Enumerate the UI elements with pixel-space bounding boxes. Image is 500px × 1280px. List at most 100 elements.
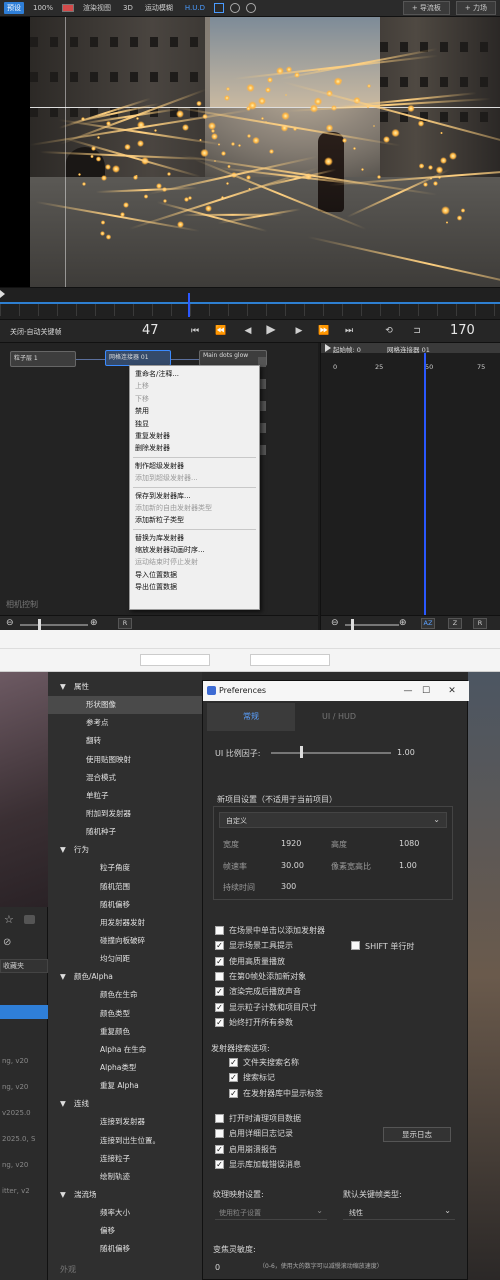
library-item[interactable]: itter, v2 — [2, 1187, 30, 1195]
tree-item[interactable]: 连接到发射器 — [48, 1113, 202, 1131]
tree-item[interactable]: 翻转 — [48, 732, 202, 750]
z-button[interactable]: Z — [448, 618, 462, 629]
play-range-marker[interactable] — [0, 290, 5, 298]
library-item[interactable]: ng, v20 — [2, 1161, 28, 1169]
camera-icon[interactable] — [24, 915, 35, 924]
particle-layer-node[interactable]: 粒子层 1 — [10, 351, 76, 367]
tree-group[interactable]: ▼ 行为 — [48, 841, 202, 859]
az-button[interactable]: AZ — [421, 618, 435, 629]
height-field[interactable]: 1080 — [399, 839, 419, 848]
checkbox-checked[interactable]: ✓ — [215, 941, 224, 951]
checkbox-option[interactable]: ✓ 文件夹搜索名称 — [229, 1057, 469, 1072]
caret-down-icon[interactable]: ▼ — [60, 1095, 70, 1113]
tree-item[interactable]: 随机偏移 — [48, 1240, 202, 1258]
tree-item[interactable]: 碰撞向板破碎 — [48, 932, 202, 950]
caret-down-icon[interactable]: ▼ — [60, 968, 70, 986]
checkbox-unchecked[interactable] — [215, 971, 224, 981]
tree-group[interactable]: ▼ 连线 — [48, 1095, 202, 1113]
next-keyframe-icon[interactable]: ⏩ — [318, 326, 329, 336]
checkbox-checked[interactable]: ✓ — [215, 956, 224, 966]
context-menu-item[interactable]: 制作超级发射器 — [130, 460, 259, 472]
checkbox-checked[interactable]: ✓ — [229, 1088, 238, 1098]
go-end-icon[interactable]: ⏭ — [344, 326, 354, 336]
tab-general[interactable]: 常规 — [207, 703, 295, 731]
step-back-icon[interactable]: ◀ — [243, 326, 253, 336]
prev-keyframe-icon[interactable]: ⏪ — [215, 326, 226, 336]
timeline-strip[interactable] — [0, 287, 500, 319]
checkbox-option[interactable]: ✓ 显示库加载错误消息 — [215, 1159, 455, 1174]
checkbox-unchecked[interactable] — [215, 1129, 224, 1139]
tree-item[interactable]: 使用贴图映射 — [48, 751, 202, 769]
playhead[interactable] — [188, 293, 190, 317]
selected-library-row[interactable] — [0, 1005, 48, 1019]
zoom-level[interactable]: 100% — [30, 3, 56, 13]
rotate-tool-icon[interactable] — [229, 3, 240, 13]
checkbox-option[interactable]: 打开时清理项目数据 — [215, 1113, 455, 1128]
timeline-playhead[interactable] — [424, 353, 426, 615]
tree-group[interactable]: ▼ 颜色/Alpha — [48, 968, 202, 986]
checkbox-option[interactable]: ✓ 显示粒子计数和项目尺寸 — [215, 1002, 455, 1017]
zoom-in-icon[interactable]: ⊕ — [399, 618, 407, 628]
tree-item[interactable]: 颜色在生命 — [48, 986, 202, 1004]
context-menu-item[interactable]: 删除发射器 — [130, 442, 259, 454]
tree-item[interactable]: 偏移 — [48, 1222, 202, 1240]
context-menu-item[interactable]: 缩放发射器动画时序... — [130, 544, 259, 556]
tree-group[interactable]: ▼ 湍流场 — [48, 1186, 202, 1204]
move-tool-icon[interactable] — [213, 3, 224, 13]
caret-down-icon[interactable]: ▼ — [60, 841, 70, 859]
close-icon[interactable]: ✕ — [443, 681, 461, 701]
checkbox-option[interactable]: ✓ 启用崩溃报告 — [215, 1144, 455, 1159]
library-item[interactable]: 2025.0, S — [2, 1135, 35, 1143]
layer-timeline[interactable]: 起始帧: 0 网格连接器 01 0 25 50 75 ⊖ ⊕ AZ Z R — [320, 343, 500, 631]
3d-toggle[interactable]: 3D — [120, 3, 136, 13]
shift-checkbox[interactable] — [351, 941, 360, 950]
checkbox-checked[interactable]: ✓ — [229, 1058, 238, 1067]
tree-item[interactable]: 混合模式 — [48, 769, 202, 787]
loop-icon[interactable]: ⟲ — [384, 326, 394, 336]
width-field[interactable]: 1920 — [281, 839, 301, 848]
tab-ui-hud[interactable]: UI / HUD — [295, 703, 383, 731]
context-menu-item[interactable]: 重复发射器 — [130, 430, 259, 442]
current-frame[interactable]: 47 — [142, 323, 159, 338]
hud-toggle[interactable]: H.U.D — [182, 3, 208, 13]
fps-field[interactable]: 30.00 — [281, 861, 304, 870]
texture-mapping-dropdown[interactable]: 使用粒子设置 ⌄ — [215, 1205, 327, 1220]
tree-item[interactable]: 粒子角度 — [48, 859, 202, 877]
add-force-button[interactable]: + 力场 — [455, 1, 496, 15]
checkbox-option[interactable]: ✓ 搜索标记 — [229, 1072, 469, 1087]
tree-item[interactable]: 均匀间距 — [48, 950, 202, 968]
range-icon[interactable]: ⊐ — [412, 326, 422, 336]
zoom-sensitivity-field[interactable]: 0 — [215, 1263, 220, 1272]
reset-zoom-button[interactable]: R — [118, 618, 132, 629]
grid-connector-node[interactable]: 网格连接器 01 — [105, 350, 171, 366]
context-menu-item[interactable]: 添加新粒子类型 — [130, 514, 259, 526]
star-icon[interactable]: ☆ — [4, 913, 14, 926]
tree-item[interactable]: 附加到发射器 — [48, 805, 202, 823]
autokey-label[interactable]: 关闭-自动关键帧 — [10, 327, 62, 337]
duration-field[interactable]: 300 — [281, 882, 296, 891]
context-menu-item[interactable]: 重命名/注释... — [130, 368, 259, 380]
globe-icon[interactable] — [245, 3, 256, 13]
tree-item[interactable]: 连接到出生位置。 — [48, 1132, 202, 1150]
step-forward-icon[interactable]: ▶ — [294, 326, 304, 336]
start-marker-icon[interactable] — [325, 344, 331, 352]
zoom-out-icon[interactable]: ⊖ — [6, 618, 14, 628]
context-menu-item[interactable]: 导入位置数据 — [130, 569, 259, 581]
library-item[interactable]: ng, v20 — [2, 1083, 28, 1091]
checkbox-checked[interactable]: ✓ — [215, 1144, 224, 1154]
preset-dropdown[interactable]: 自定义 ⌄ — [219, 812, 447, 828]
tree-item[interactable]: Alpha类型 — [48, 1059, 202, 1077]
r-button[interactable]: R — [473, 618, 487, 629]
checkbox-checked[interactable]: ✓ — [215, 1017, 224, 1027]
tree-item[interactable]: 连接粒子 — [48, 1150, 202, 1168]
maximize-icon[interactable]: ☐ — [417, 681, 435, 701]
tree-item[interactable]: 用发射器发射 — [48, 914, 202, 932]
library-item[interactable]: v2025.0 — [2, 1109, 31, 1117]
main-dots-glow-node[interactable]: Main dots glow — [199, 350, 267, 366]
context-menu-item[interactable]: 替换为库发射器 — [130, 532, 259, 544]
context-menu-item[interactable]: 独显 — [130, 418, 259, 430]
background-color-swatch[interactable] — [62, 4, 75, 12]
node-zoom-slider[interactable] — [20, 624, 88, 626]
par-field[interactable]: 1.00 — [399, 861, 417, 870]
tree-item[interactable]: Alpha 在生命 — [48, 1041, 202, 1059]
